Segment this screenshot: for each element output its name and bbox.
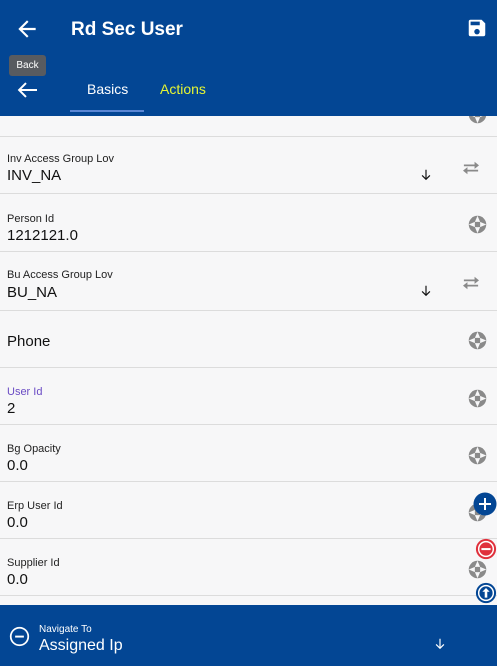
page-title: Rd Sec User — [71, 19, 183, 40]
field-label: Person Id — [7, 213, 55, 225]
navigate-label: Navigate To — [39, 624, 92, 635]
save-icon[interactable] — [466, 17, 488, 39]
back-tooltip: Back — [9, 55, 46, 76]
form-row — [0, 116, 497, 137]
field-value: BU_NA — [7, 284, 58, 301]
field-bu-access-group-lov[interactable]: Bu Access Group Lov BU_NA — [0, 252, 497, 311]
field-value: 2 — [7, 400, 16, 417]
field-value: INV_NA — [7, 167, 62, 184]
form-content[interactable]: Inv Access Group Lov INV_NA Person Id 12… — [0, 116, 497, 605]
minus-circle-icon[interactable] — [9, 626, 30, 647]
scroll-top-button[interactable] — [475, 582, 497, 604]
field-erp-user-id[interactable]: Erp User Id 0.0 — [0, 482, 497, 539]
arrow-down-icon[interactable] — [433, 637, 447, 651]
navigate-value[interactable]: Assigned Ip — [39, 637, 123, 655]
navigate-to-bar[interactable]: Navigate To Assigned Ip — [0, 605, 497, 666]
field-label: Supplier Id — [7, 557, 60, 569]
field-user-id[interactable]: User Id 2 — [0, 368, 497, 425]
remove-button[interactable] — [475, 538, 497, 560]
field-label: Bg Opacity — [7, 443, 61, 455]
aperture-icon[interactable] — [467, 330, 488, 351]
tab-basics[interactable]: Basics — [87, 81, 128, 97]
field-person-id[interactable]: Person Id 1212121.0 — [0, 194, 497, 252]
aperture-icon[interactable] — [467, 116, 488, 125]
field-bg-opacity[interactable]: Bg Opacity 0.0 — [0, 425, 497, 482]
field-inv-access-group-lov[interactable]: Inv Access Group Lov INV_NA — [0, 137, 497, 194]
swap-arrows-icon[interactable] — [460, 275, 482, 291]
arrow-down-icon[interactable] — [419, 168, 433, 182]
aperture-icon[interactable] — [467, 445, 488, 466]
app-bar: Rd Sec User — [0, 0, 497, 60]
field-value: 0.0 — [7, 457, 28, 474]
aperture-icon[interactable] — [467, 214, 488, 235]
field-phone[interactable]: Phone — [0, 311, 497, 368]
aperture-icon[interactable] — [467, 388, 488, 409]
arrow-down-icon[interactable] — [419, 284, 433, 298]
active-tab-indicator — [70, 110, 144, 112]
field-value: 0.0 — [7, 514, 28, 531]
back-arrow-icon[interactable] — [15, 80, 39, 100]
field-value: 1212121.0 — [7, 227, 78, 244]
field-value: 0.0 — [7, 571, 28, 588]
back-arrow-icon[interactable] — [14, 16, 40, 42]
field-supplier-id[interactable]: Supplier Id 0.0 — [0, 539, 497, 596]
field-label: Phone — [7, 333, 51, 350]
aperture-icon[interactable] — [467, 559, 488, 580]
add-button[interactable] — [473, 492, 497, 516]
field-label: Inv Access Group Lov — [7, 153, 114, 165]
tab-actions[interactable]: Actions — [160, 81, 206, 97]
field-label: Erp User Id — [7, 500, 63, 512]
tab-bar: Basics Actions — [0, 60, 497, 116]
field-label: User Id — [7, 386, 43, 398]
swap-arrows-icon[interactable] — [460, 160, 482, 176]
field-label: Bu Access Group Lov — [7, 269, 113, 281]
